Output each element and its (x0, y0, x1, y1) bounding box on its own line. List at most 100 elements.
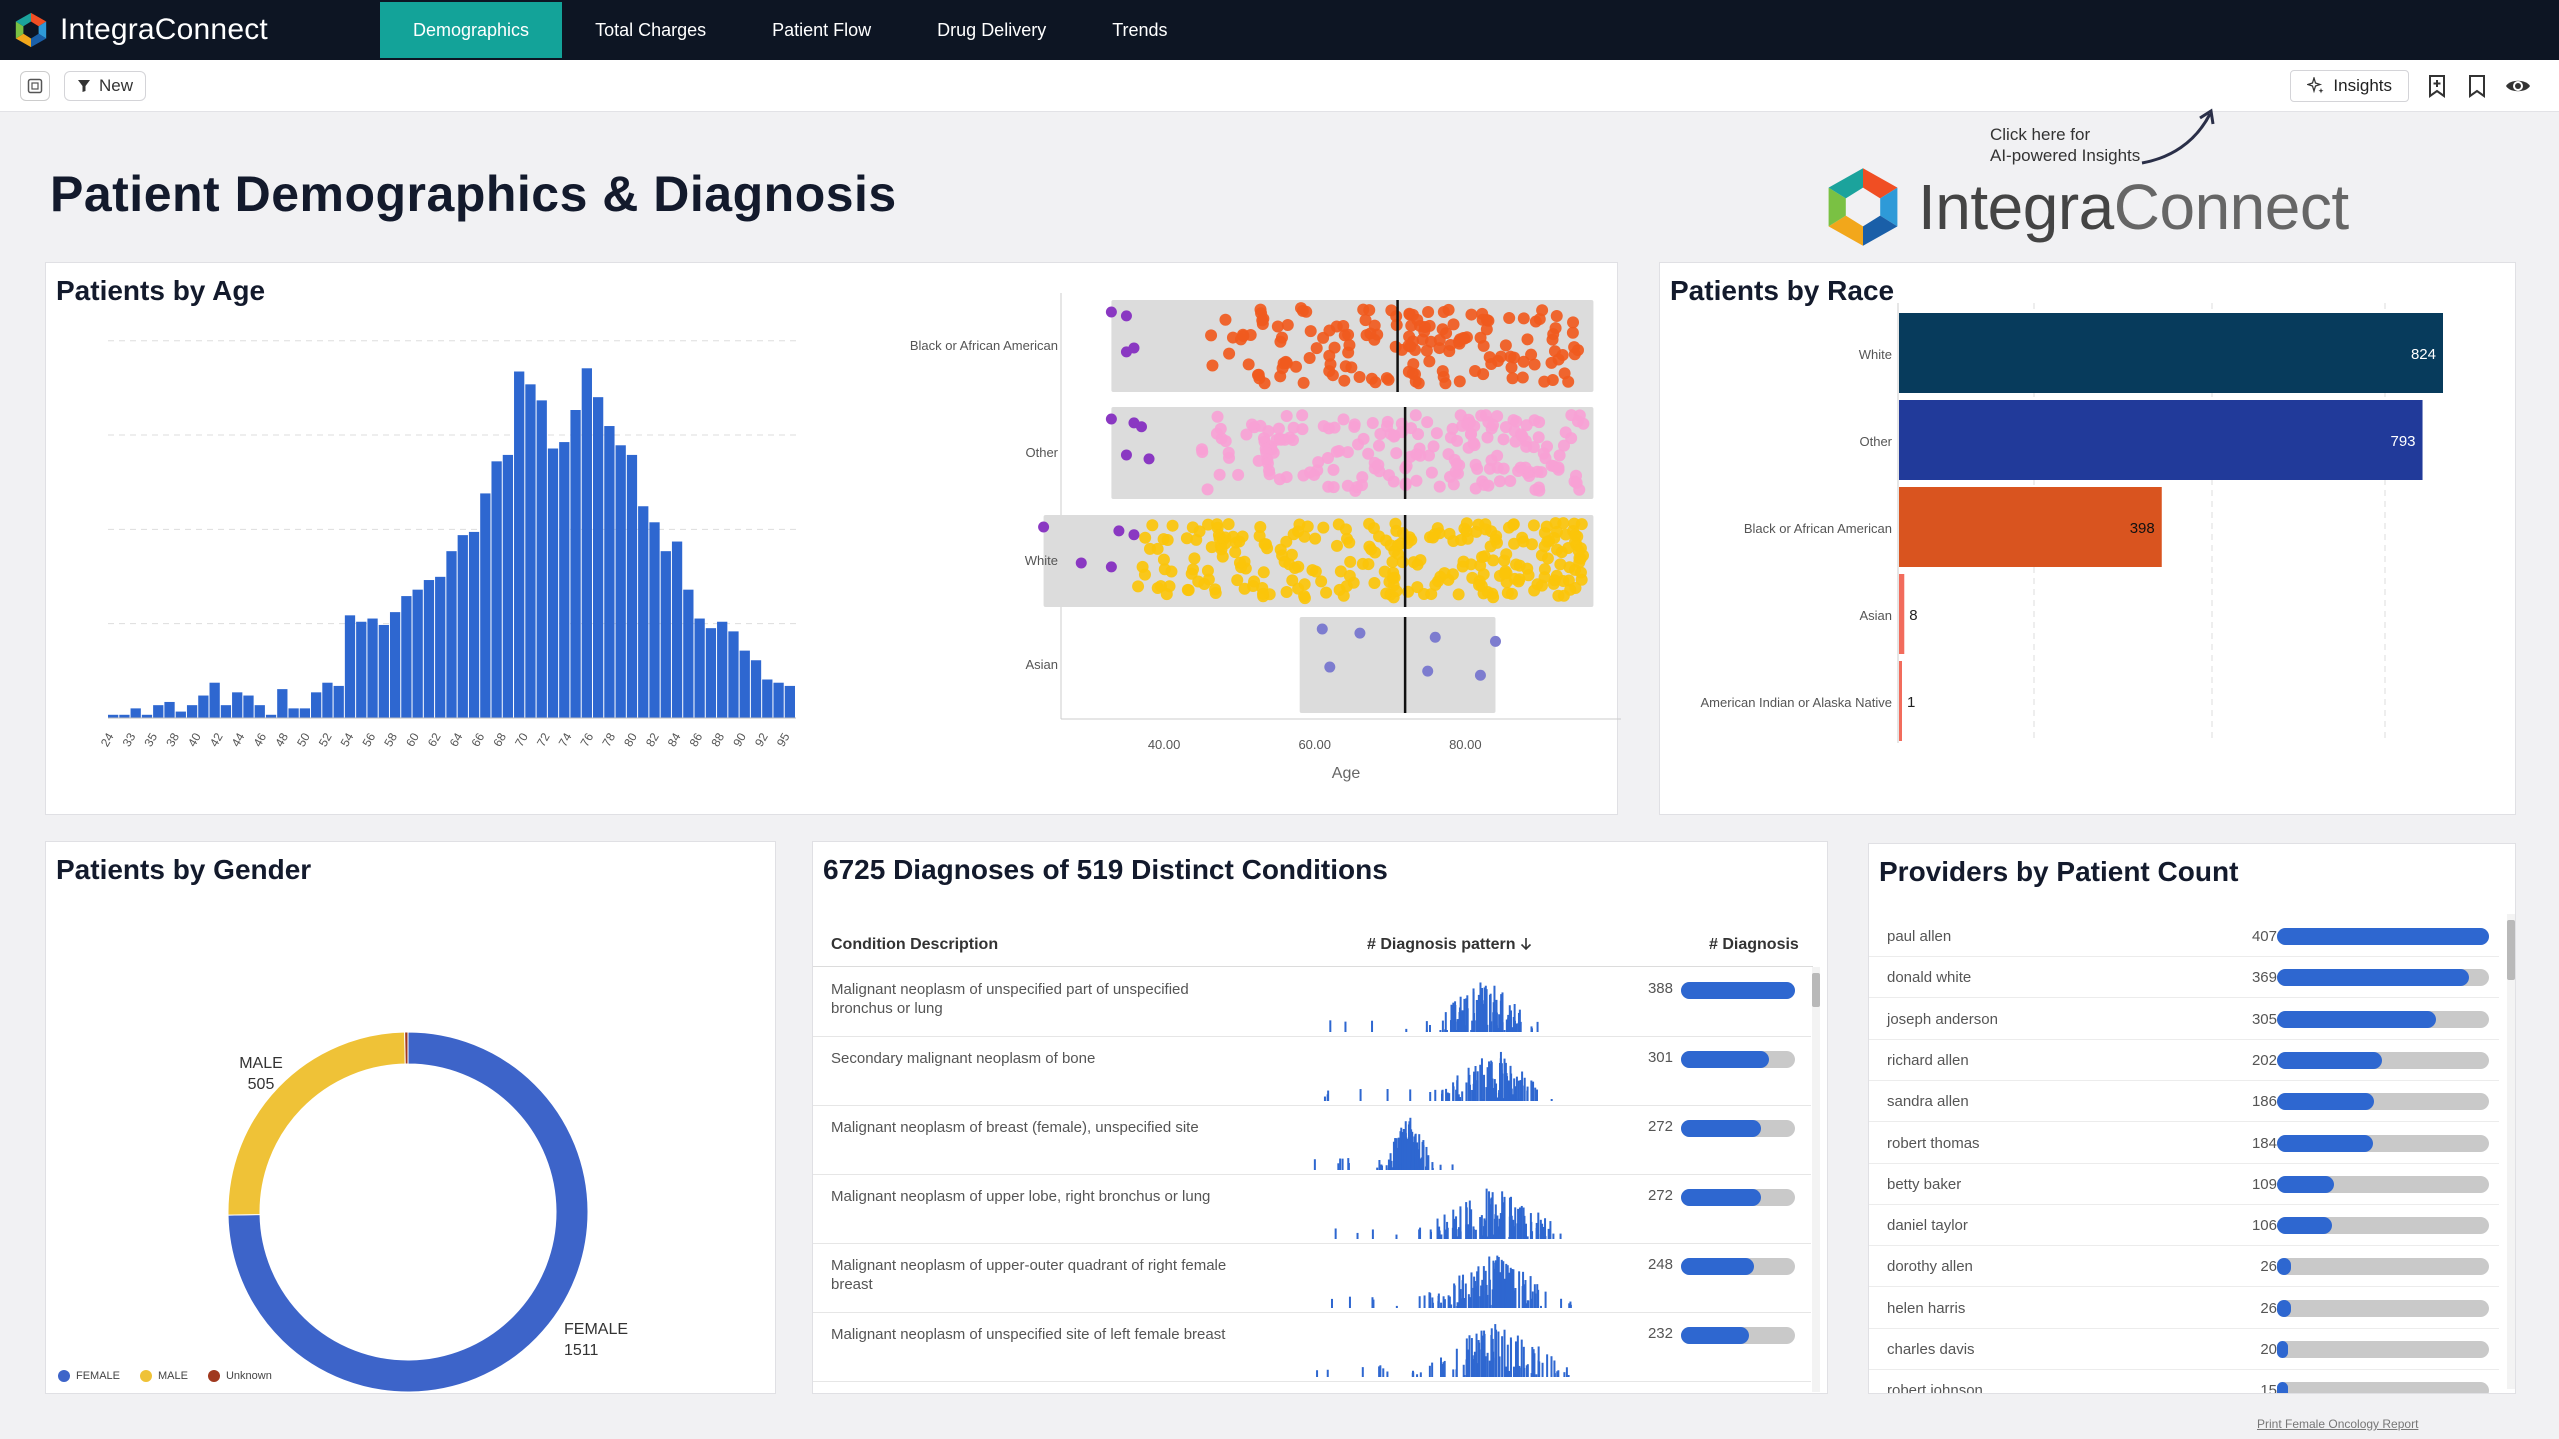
outlier-point[interactable] (1489, 635, 1501, 647)
tab-demographics[interactable]: Demographics (380, 2, 563, 58)
data-point[interactable] (1502, 521, 1515, 534)
data-point[interactable] (1279, 355, 1292, 368)
data-point[interactable] (1330, 539, 1343, 552)
data-point[interactable] (1281, 319, 1294, 332)
data-point[interactable] (1422, 305, 1435, 318)
data-point[interactable] (1283, 431, 1296, 444)
data-point[interactable] (1253, 529, 1266, 542)
data-point[interactable] (1165, 565, 1178, 578)
data-point[interactable] (1552, 463, 1565, 476)
data-point[interactable] (1274, 370, 1287, 383)
diagnosis-row[interactable]: Malignant neoplasm of breast (female), u… (813, 1106, 1811, 1175)
data-point[interactable] (1232, 468, 1245, 481)
data-point[interactable] (1223, 451, 1236, 464)
data-point[interactable] (1213, 468, 1226, 481)
data-point[interactable] (1555, 546, 1568, 559)
age-bar[interactable] (705, 628, 717, 718)
data-point[interactable] (1425, 466, 1438, 479)
age-bar[interactable] (220, 705, 232, 718)
data-point[interactable] (1297, 376, 1310, 389)
data-point[interactable] (1280, 471, 1293, 484)
data-point[interactable] (1517, 312, 1530, 325)
data-point[interactable] (1493, 475, 1506, 488)
data-point[interactable] (1428, 528, 1441, 541)
data-point[interactable] (1339, 360, 1352, 373)
data-point[interactable] (1385, 304, 1398, 317)
data-point[interactable] (1296, 409, 1309, 422)
data-point[interactable] (1486, 419, 1499, 432)
data-point[interactable] (1209, 587, 1222, 600)
age-bar[interactable] (592, 397, 604, 718)
data-point[interactable] (1372, 439, 1385, 452)
data-point[interactable] (1418, 325, 1431, 338)
race-bar[interactable] (1899, 574, 1905, 654)
data-point[interactable] (1246, 418, 1259, 431)
age-bar[interactable] (389, 612, 401, 718)
data-point[interactable] (1522, 569, 1535, 582)
data-point[interactable] (1408, 344, 1421, 357)
data-point[interactable] (1344, 555, 1357, 568)
data-point[interactable] (1409, 409, 1422, 422)
outlier-point[interactable] (1105, 306, 1117, 318)
age-bar[interactable] (502, 454, 514, 718)
data-point[interactable] (1236, 328, 1249, 341)
outlier-point[interactable] (1128, 529, 1140, 541)
data-point[interactable] (1504, 475, 1517, 488)
data-point[interactable] (1295, 302, 1308, 315)
data-point[interactable] (1430, 427, 1443, 440)
age-bar[interactable] (299, 708, 311, 718)
age-bar[interactable] (209, 682, 220, 718)
data-point[interactable] (1446, 422, 1459, 435)
provider-row[interactable]: charles davis 20 (1869, 1329, 2499, 1370)
age-bar[interactable] (446, 551, 457, 718)
provider-row[interactable]: dorothy allen 26 (1869, 1246, 2499, 1288)
outlier-point[interactable] (1113, 525, 1125, 537)
race-bar[interactable] (1899, 313, 2443, 393)
data-point[interactable] (1309, 532, 1322, 545)
insights-button[interactable]: Insights (2290, 70, 2409, 102)
data-point[interactable] (1233, 556, 1246, 569)
data-point[interactable] (1427, 440, 1440, 453)
data-point[interactable] (1355, 479, 1368, 492)
data-point[interactable] (1414, 449, 1427, 462)
age-bar[interactable] (762, 679, 773, 719)
data-point[interactable] (1285, 548, 1298, 561)
eye-icon[interactable] (2505, 76, 2531, 96)
tab-patient-flow[interactable]: Patient Flow (739, 2, 904, 58)
outlier-point[interactable] (1120, 346, 1132, 358)
age-bar[interactable] (773, 682, 784, 718)
data-point[interactable] (1508, 572, 1521, 585)
data-point[interactable] (1550, 569, 1563, 582)
data-point[interactable] (1457, 555, 1470, 568)
age-bar[interactable] (243, 695, 254, 718)
data-point[interactable] (1568, 348, 1581, 361)
data-point[interactable] (1154, 580, 1167, 593)
data-point[interactable] (1380, 587, 1393, 600)
outlier-point[interactable] (1422, 665, 1434, 677)
age-bar[interactable] (175, 711, 186, 718)
data-point[interactable] (1557, 589, 1570, 602)
data-point[interactable] (1251, 368, 1264, 381)
data-point[interactable] (1337, 589, 1350, 602)
outlier-point[interactable] (1354, 627, 1366, 639)
data-point[interactable] (1446, 568, 1459, 581)
data-point[interactable] (1146, 519, 1159, 532)
data-point[interactable] (1497, 462, 1510, 475)
providers-scroll-thumb[interactable] (2507, 920, 2515, 980)
data-point[interactable] (1495, 350, 1508, 363)
data-point[interactable] (1478, 550, 1491, 563)
data-point[interactable] (1223, 347, 1236, 360)
data-point[interactable] (1498, 567, 1511, 580)
age-bar[interactable] (683, 589, 694, 718)
data-point[interactable] (1280, 586, 1293, 599)
data-point[interactable] (1257, 312, 1270, 325)
data-point[interactable] (1139, 531, 1152, 544)
data-point[interactable] (1516, 531, 1529, 544)
data-point[interactable] (1474, 331, 1487, 344)
data-point[interactable] (1272, 422, 1285, 435)
age-bar[interactable] (333, 685, 344, 718)
data-point[interactable] (1262, 425, 1275, 438)
data-point[interactable] (1151, 542, 1164, 555)
age-bar[interactable] (232, 692, 243, 718)
data-point[interactable] (1293, 518, 1306, 531)
